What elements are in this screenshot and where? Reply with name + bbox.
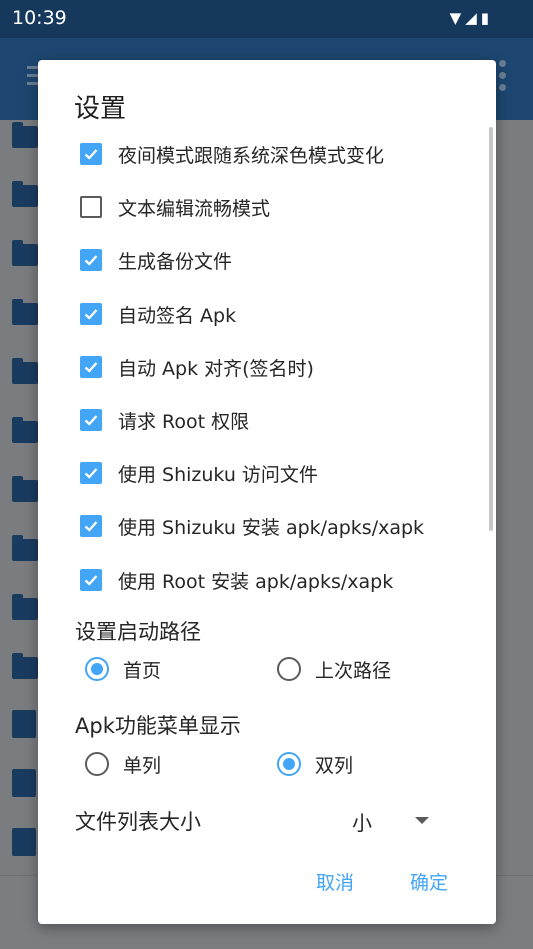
checkbox-label: 自动签名 Apk bbox=[118, 304, 237, 327]
checkbox-checked[interactable] bbox=[80, 462, 102, 484]
settings-dialog: 设置 夜间模式跟随系统深色模式变化 文本编辑流畅模式 生成备份文件 自动签名 Apk 自… bbox=[38, 60, 496, 924]
radio-button[interactable] bbox=[85, 657, 109, 681]
check-icon bbox=[84, 309, 98, 320]
folder-icon bbox=[12, 240, 38, 266]
checkbox-label: 使用 Shizuku 安装 apk/apks/xapk bbox=[118, 516, 425, 539]
folder-icon bbox=[12, 122, 38, 148]
more-options-icon bbox=[499, 60, 507, 96]
checkbox-row[interactable]: 请求 Root 权限 bbox=[80, 404, 249, 436]
checkbox-checked[interactable] bbox=[80, 143, 102, 165]
clipboard-icon bbox=[12, 710, 36, 738]
check-icon bbox=[84, 149, 98, 160]
checkbox-checked[interactable] bbox=[80, 515, 102, 537]
radio-startup-last-path[interactable]: 上次路径 bbox=[277, 652, 391, 686]
checkbox-checked[interactable] bbox=[80, 409, 102, 431]
check-icon bbox=[84, 415, 98, 426]
folder-icon bbox=[12, 181, 38, 207]
checkbox-label: 夜间模式跟随系统深色模式变化 bbox=[118, 144, 385, 167]
radio-label: 首页 bbox=[123, 659, 162, 682]
radio-label: 单列 bbox=[123, 754, 162, 777]
file-list-size-select[interactable]: 小 bbox=[352, 807, 372, 836]
checkbox-label: 生成备份文件 bbox=[118, 250, 233, 273]
checkbox-row[interactable]: 文本编辑流畅模式 bbox=[80, 191, 270, 223]
status-time: 10:39 bbox=[12, 7, 67, 29]
clipboard-icon bbox=[12, 769, 36, 797]
checkbox-row[interactable]: 使用 Shizuku 安装 apk/apks/xapk bbox=[80, 510, 424, 542]
folder-icon bbox=[12, 653, 38, 679]
folder-icon bbox=[12, 476, 38, 502]
checkbox-checked[interactable] bbox=[80, 249, 102, 271]
clipboard-icon bbox=[12, 828, 36, 856]
checkbox-unchecked[interactable] bbox=[80, 196, 102, 218]
radio-startup-home[interactable]: 首页 bbox=[85, 652, 161, 686]
file-list-size-label: 文件列表大小 bbox=[75, 810, 201, 834]
chevron-down-icon[interactable] bbox=[415, 817, 429, 824]
folder-icon bbox=[12, 358, 38, 384]
folder-icon bbox=[12, 535, 38, 561]
radio-button[interactable] bbox=[85, 752, 109, 776]
check-icon bbox=[84, 362, 98, 373]
radio-apk-single[interactable]: 单列 bbox=[85, 747, 161, 781]
check-icon bbox=[84, 468, 98, 479]
checkbox-checked[interactable] bbox=[80, 569, 102, 591]
radio-button[interactable] bbox=[277, 752, 301, 776]
checkbox-label: 自动 Apk 对齐(签名时) bbox=[118, 357, 314, 380]
scrollbar[interactable] bbox=[489, 127, 493, 531]
file-list-size-row: 文件列表大小 小 bbox=[75, 804, 435, 838]
status-bar: 10:39 ▼◢▮ bbox=[0, 0, 533, 38]
checkbox-checked[interactable] bbox=[80, 356, 102, 378]
checkbox-label: 请求 Root 权限 bbox=[118, 410, 250, 433]
ok-button[interactable]: 确定 bbox=[410, 868, 448, 895]
checkbox-row[interactable]: 使用 Shizuku 访问文件 bbox=[80, 457, 318, 489]
radio-button[interactable] bbox=[277, 657, 301, 681]
checkbox-label: 使用 Root 安装 apk/apks/xapk bbox=[118, 570, 394, 593]
check-icon bbox=[84, 521, 98, 532]
checkbox-row[interactable]: 自动签名 Apk bbox=[80, 298, 236, 330]
folder-icon bbox=[12, 417, 38, 443]
folder-icon bbox=[12, 299, 38, 325]
checkbox-checked[interactable] bbox=[80, 303, 102, 325]
check-icon bbox=[84, 575, 98, 586]
check-icon bbox=[84, 255, 98, 266]
apk-menu-label: Apk功能菜单显示 bbox=[75, 714, 241, 738]
status-icons: ▼◢▮ bbox=[449, 9, 493, 27]
radio-apk-double[interactable]: 双列 bbox=[277, 747, 353, 781]
checkbox-row[interactable]: 使用 Root 安装 apk/apks/xapk bbox=[80, 564, 393, 596]
folder-icon bbox=[12, 594, 38, 620]
cancel-button[interactable]: 取消 bbox=[316, 868, 354, 895]
checkbox-row[interactable]: 自动 Apk 对齐(签名时) bbox=[80, 351, 314, 383]
checkbox-label: 使用 Shizuku 访问文件 bbox=[118, 463, 318, 486]
dialog-title: 设置 bbox=[74, 94, 127, 124]
radio-label: 双列 bbox=[315, 754, 354, 777]
checkbox-label: 文本编辑流畅模式 bbox=[118, 197, 271, 220]
startup-path-label: 设置启动路径 bbox=[75, 620, 201, 644]
checkbox-row[interactable]: 生成备份文件 bbox=[80, 244, 232, 276]
radio-label: 上次路径 bbox=[315, 659, 392, 682]
checkbox-row[interactable]: 夜间模式跟随系统深色模式变化 bbox=[80, 138, 384, 170]
